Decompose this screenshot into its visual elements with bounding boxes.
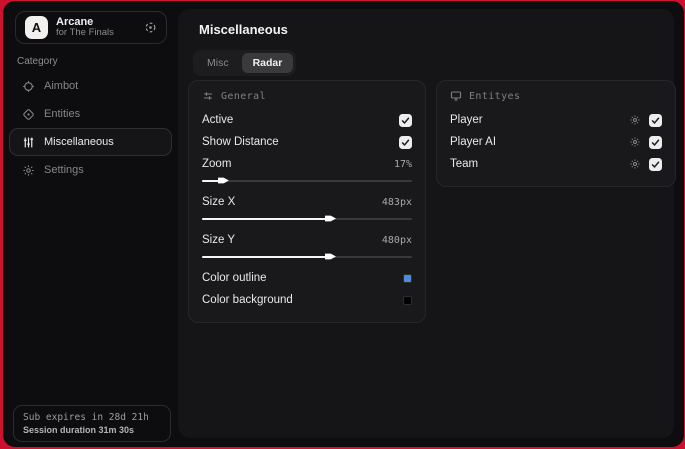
entity-row-player-ai: Player AI <box>450 131 662 153</box>
sub-expires-text: Sub expires in 28d 21h <box>23 412 149 423</box>
page-title: Miscellaneous <box>199 22 288 37</box>
gear-icon <box>22 164 35 177</box>
color-background-label: Color background <box>202 294 293 306</box>
general-panel: General Active Show Distance Zoom 17% Si… <box>188 80 426 323</box>
entity-row-player: Player <box>450 109 662 131</box>
tab-misc[interactable]: Misc <box>196 53 240 73</box>
entity-label: Player AI <box>450 136 497 148</box>
zoom-slider[interactable] <box>202 176 412 185</box>
logo-text: Arcane for The Finals <box>56 16 144 40</box>
size-x-label: Size X <box>202 196 236 208</box>
size-y-label: Size Y <box>202 234 236 246</box>
app-window: A Arcane for The Finals Category Aimbot … <box>3 1 684 447</box>
category-label: Category <box>17 56 58 67</box>
entity-checkbox[interactable] <box>649 157 662 171</box>
size-y-slider[interactable] <box>202 252 412 261</box>
color-background-row: Color background <box>202 289 412 311</box>
tab-radar[interactable]: Radar <box>241 53 294 73</box>
color-outline-swatch[interactable] <box>403 273 412 283</box>
show-distance-checkbox[interactable] <box>399 135 412 149</box>
slider-fill <box>202 255 328 258</box>
sidebar-item-label: Miscellaneous <box>44 136 114 148</box>
sidebar-item-aimbot[interactable]: Aimbot <box>9 72 172 100</box>
sidebar-item-settings[interactable]: Settings <box>9 156 172 184</box>
entity-checkbox[interactable] <box>649 135 662 149</box>
entities-panel-header: Entityes <box>450 90 662 102</box>
entities-panel-title: Entityes <box>469 90 521 102</box>
slider-fill <box>202 217 328 220</box>
size-x-value: 483px <box>381 196 412 208</box>
slider-thumb[interactable] <box>217 177 229 184</box>
main-panel: Miscellaneous Misc Radar General Active … <box>178 9 676 438</box>
slider-thumb[interactable] <box>325 215 336 222</box>
general-panel-title: General <box>221 90 266 102</box>
monitor-icon <box>450 90 462 102</box>
size-x-row: Size X 483px <box>202 191 412 213</box>
color-outline-row: Color outline <box>202 267 412 289</box>
zoom-row: Zoom 17% <box>202 153 412 175</box>
sidebar: A Arcane for The Finals Category Aimbot … <box>3 1 178 447</box>
active-checkbox[interactable] <box>399 113 412 127</box>
color-outline-label: Color outline <box>202 272 267 284</box>
sliders-icon <box>22 136 35 149</box>
active-label: Active <box>202 114 234 126</box>
sidebar-nav: Aimbot Entities Miscellaneous Settings <box>3 72 178 184</box>
entity-label: Player <box>450 114 483 126</box>
color-background-swatch[interactable] <box>403 295 412 305</box>
sidebar-item-label: Settings <box>44 164 84 176</box>
sidebar-item-label: Entities <box>44 108 81 120</box>
entity-settings-gear-icon[interactable] <box>629 114 641 126</box>
tab-group: Misc Radar <box>193 50 297 76</box>
entity-settings-gear-icon[interactable] <box>629 136 641 148</box>
entities-panel: Entityes Player Player AI Team <box>436 80 676 187</box>
entity-settings-gear-icon[interactable] <box>629 158 641 170</box>
subscription-card: Sub expires in 28d 21h Session duration … <box>13 405 171 442</box>
size-x-slider[interactable] <box>202 214 412 223</box>
entity-checkbox[interactable] <box>649 113 662 127</box>
zoom-label: Zoom <box>202 158 232 170</box>
show-distance-label: Show Distance <box>202 136 279 148</box>
size-y-row: Size Y 480px <box>202 229 412 251</box>
entity-row-team: Team <box>450 153 662 175</box>
sidebar-item-entities[interactable]: Entities <box>9 100 172 128</box>
crosshair-icon <box>22 80 35 93</box>
cards-row: General Active Show Distance Zoom 17% Si… <box>188 80 676 323</box>
sliders-icon <box>202 90 214 102</box>
app-subtitle: for The Finals <box>56 27 114 39</box>
target-icon[interactable] <box>144 21 157 34</box>
app-logo: A <box>25 16 48 39</box>
zoom-value: 17% <box>393 158 412 170</box>
general-panel-header: General <box>202 90 412 102</box>
entity-label: Team <box>450 158 479 170</box>
slider-track <box>202 179 412 182</box>
active-row: Active <box>202 109 412 131</box>
logo-card: A Arcane for The Finals <box>15 11 167 44</box>
entities-icon <box>22 108 35 121</box>
show-distance-row: Show Distance <box>202 131 412 153</box>
session-duration-text: Session duration 31m 30s <box>23 425 135 435</box>
sidebar-item-miscellaneous[interactable]: Miscellaneous <box>9 128 172 156</box>
size-y-value: 480px <box>381 234 412 246</box>
sidebar-item-label: Aimbot <box>44 80 79 92</box>
slider-thumb[interactable] <box>325 253 336 260</box>
